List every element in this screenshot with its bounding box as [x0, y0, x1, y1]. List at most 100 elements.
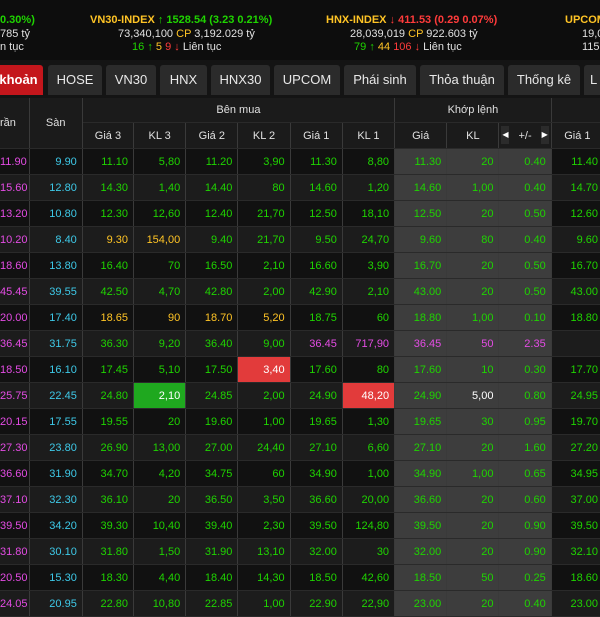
ask-price1: 12.60: [551, 200, 600, 227]
match-change: 0.80: [498, 382, 552, 409]
bid-vol2: 24,40: [237, 434, 291, 461]
bid-vol2: 2,00: [237, 278, 291, 305]
bid-vol3: 70: [133, 252, 187, 279]
vnindex-ticker[interactable]: 0.30%) 785 tỷ n tục: [0, 0, 80, 60]
ask-price1: 37.00: [551, 486, 600, 513]
ask-price1: 14.70: [551, 174, 600, 201]
bid-price2: 24.85: [185, 382, 239, 409]
tab-upcom[interactable]: UPCOM: [274, 65, 340, 95]
match-vol: 1,00: [446, 304, 500, 331]
scroll-right-icon[interactable]: ▶: [540, 126, 549, 144]
col-bid-vol2[interactable]: KL 2: [237, 122, 291, 149]
table-row[interactable]: 37.10 32.30 36.10 20 36.50 3,50 36.60 20,00 36.6…: [0, 486, 600, 513]
ask-price1: 34.95: [551, 460, 600, 487]
table-row[interactable]: 20.00 17.40 18.65 90 18.70 5,20 18.75 60 18.80 1,…: [0, 304, 600, 331]
ceiling-price: 31.80: [0, 538, 30, 565]
bid-price2: 9.40: [185, 226, 239, 253]
table-row[interactable]: 36.45 31.75 36.30 9,20 36.40 9,00 36.45 717,90 3…: [0, 330, 600, 357]
ask-price1: 19.70: [551, 408, 600, 435]
match-change: 0.95: [498, 408, 552, 435]
upcom-ticker[interactable]: UPCOM 19,0 115: [565, 0, 600, 60]
col-bid-vol1[interactable]: KL 1: [342, 122, 396, 149]
tab-hose[interactable]: HOSE: [48, 65, 102, 95]
bid-price1: 39.50: [290, 512, 343, 539]
ceiling-price: 20.00: [0, 304, 30, 331]
col-ask-price1[interactable]: Giá 1: [551, 122, 600, 149]
bid-vol3: 12,60: [133, 200, 187, 227]
tab-more[interactable]: L: [584, 65, 600, 95]
vn30-unch: 5: [155, 41, 162, 53]
table-row[interactable]: 25.75 22.45 24.80 2,10 24.85 2,00 24.90 48,20 24…: [0, 382, 600, 409]
table-row[interactable]: 18.60 13.80 16.40 70 16.50 2,10 16.60 3,90 16.70…: [0, 252, 600, 279]
scroll-left-icon[interactable]: ◀: [501, 126, 510, 144]
col-match-price[interactable]: Giá: [394, 122, 448, 149]
bid-vol2: 80: [237, 174, 291, 201]
table-row[interactable]: 18.50 16.10 17.45 5,10 17.50 3,40 17.60 80 17.60…: [0, 356, 600, 383]
bid-vol1: 1,20: [342, 174, 396, 201]
hnx-change: (0.29 0.07%): [434, 14, 498, 26]
tab-put-through[interactable]: Thỏa thuận: [420, 65, 504, 95]
vn30-adv: 16: [132, 41, 145, 53]
col-bid-price1[interactable]: Giá 1: [290, 122, 343, 149]
table-row[interactable]: 11.90 9.90 11.10 5,80 11.20 3,90 11.30 8,80 11.3…: [0, 148, 600, 175]
bid-price2: 12.40: [185, 200, 239, 227]
bid-vol1: 80: [342, 356, 396, 383]
col-bid-price2[interactable]: Giá 2: [185, 122, 239, 149]
tab-hnx30[interactable]: HNX30: [211, 65, 270, 95]
tab-watchlist[interactable]: khoản: [0, 65, 43, 95]
vnindex-value-line: 785 tỷ: [0, 28, 30, 40]
bid-price1: 18.75: [290, 304, 343, 331]
table-row[interactable]: 20.50 15.30 18.30 4,40 18.40 14,30 18.50 42,60 1…: [0, 564, 600, 591]
col-ceiling-header[interactable]: rần: [0, 98, 30, 149]
table-row[interactable]: 15.60 12.80 14.30 1,40 14.40 80 14.60 1,20 14.60…: [0, 174, 600, 201]
col-floor-header[interactable]: Sàn: [29, 98, 83, 149]
hnx-cp-label: CP: [408, 28, 424, 40]
tab-derivatives[interactable]: Phái sinh: [344, 65, 416, 95]
bid-price1: 17.60: [290, 356, 343, 383]
hnx-unch: 44: [377, 41, 391, 53]
bid-vol1: 1,30: [342, 408, 396, 435]
bid-price1: 32.00: [290, 538, 343, 565]
hnx-value: 411.53: [398, 14, 432, 26]
col-bid-price3[interactable]: Giá 3: [82, 122, 135, 149]
bid-price3: 36.30: [82, 330, 135, 357]
bid-vol1: 6,60: [342, 434, 396, 461]
bid-vol3: 1,40: [133, 174, 187, 201]
tab-vn30[interactable]: VN30: [106, 65, 156, 95]
match-price: 24.90: [394, 382, 448, 409]
table-row[interactable]: 27.30 23.80 26.90 13,00 27.00 24,40 27.10 6,60 2…: [0, 434, 600, 461]
col-bid-vol3[interactable]: KL 3: [133, 122, 187, 149]
bid-vol1: 717,90: [342, 330, 396, 357]
tab-statistics[interactable]: Thống kê: [508, 65, 580, 95]
table-row[interactable]: 31.80 30.10 31.80 1,50 31.90 13,10 32.00 30 32.0…: [0, 538, 600, 565]
bid-vol3: 5,80: [133, 148, 187, 175]
table-row[interactable]: 24.05 20.95 22.80 10,80 22.85 1,00 22.90 22,90 2…: [0, 590, 600, 617]
bid-price1: 19.65: [290, 408, 343, 435]
bid-vol2: 21,70: [237, 226, 291, 253]
table-row[interactable]: 10.20 8.40 9.30 154,00 9.40 21,70 9.50 24,70 9.6…: [0, 226, 600, 253]
vn30-ticker[interactable]: VN30-INDEX ↑ 1528.54 (3.23 0.21%) 73,340…: [90, 0, 290, 60]
match-change: 0.65: [498, 460, 552, 487]
bid-vol3: 90: [133, 304, 187, 331]
col-match-change[interactable]: ◀ +/- ▶: [498, 122, 552, 149]
price-board: rần Sàn Bên mua Khớp lệnh Giá 3 KL 3 Giá…: [0, 98, 600, 617]
match-price: 36.60: [394, 486, 448, 513]
bid-price1: 9.50: [290, 226, 343, 253]
bid-price3: 11.10: [82, 148, 135, 175]
table-row[interactable]: 20.15 17.55 19.55 20 19.60 1,00 19.65 1,30 19.65…: [0, 408, 600, 435]
bid-vol1: 24,70: [342, 226, 396, 253]
vn30-dec: 9: [165, 41, 172, 53]
table-row[interactable]: 13.20 10.80 12.30 12,60 12.40 21,70 12.50 18,10…: [0, 200, 600, 227]
hnx-ticker[interactable]: HNX-INDEX ↓ 411.53 (0.29 0.07%) 28,039,0…: [326, 0, 526, 60]
tab-hnx[interactable]: HNX: [160, 65, 207, 95]
col-match-vol[interactable]: KL: [446, 122, 500, 149]
table-row[interactable]: 36.60 31.90 34.70 4,20 34.75 60 34.90 1,00 34.90…: [0, 460, 600, 487]
ceiling-price: 13.20: [0, 200, 30, 227]
match-vol: 20: [446, 200, 500, 227]
ask-price1: 16.70: [551, 252, 600, 279]
match-price: 17.60: [394, 356, 448, 383]
match-vol: 1,00: [446, 460, 500, 487]
table-row[interactable]: 39.50 34.20 39.30 10,40 39.40 2,30 39.50 124,80…: [0, 512, 600, 539]
table-row[interactable]: 45.45 39.55 42.50 4,70 42.80 2,00 42.90 2,10 43.…: [0, 278, 600, 305]
ask-price1: 39.50: [551, 512, 600, 539]
